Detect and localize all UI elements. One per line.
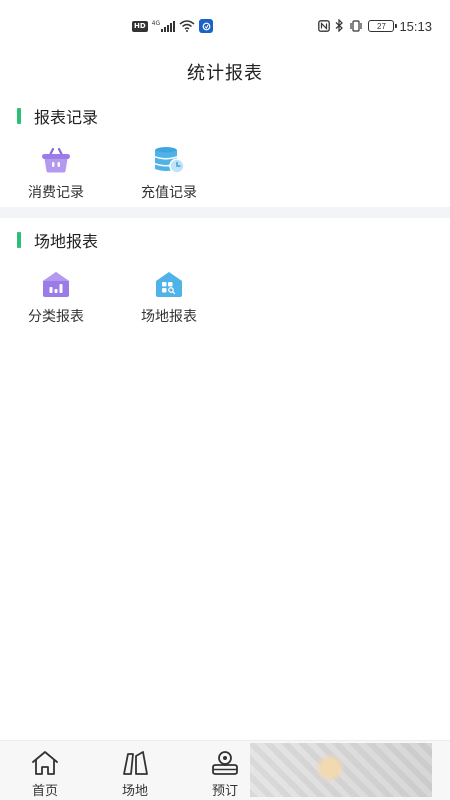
recharge-records-item[interactable]: 充值记录 xyxy=(124,144,214,204)
hd-badge: HD xyxy=(132,20,148,32)
wifi-icon xyxy=(179,17,195,36)
basket-icon xyxy=(40,144,72,176)
vpn-icon xyxy=(199,19,214,33)
battery-level: 27 xyxy=(377,21,386,31)
grid-label: 场地报表 xyxy=(141,309,197,325)
status-time: 15:13 xyxy=(399,18,432,34)
tab-home[interactable]: 首页 xyxy=(10,749,80,799)
grid-label: 分类报表 xyxy=(28,309,84,325)
section-header: 场地报表 xyxy=(17,231,99,251)
report-records-grid: 消费记录 充值记录 xyxy=(0,144,450,204)
battery-icon: 27 xyxy=(368,20,398,32)
section-accent-bar xyxy=(17,232,21,248)
venue-reports-section: 场地报表 分类报表 场地报表 xyxy=(0,224,450,334)
network-type: 4G xyxy=(151,20,161,27)
tab-venue[interactable]: 场地 xyxy=(100,749,170,799)
bottom-tab-bar: 首页 场地 预订 xyxy=(0,740,450,800)
report-records-section: 报表记录 消费记录 充值记录 xyxy=(0,100,450,207)
coin-stack-clock-icon xyxy=(153,144,185,176)
vibrate-icon xyxy=(349,17,363,36)
tab-label: 场地 xyxy=(121,784,148,799)
bluetooth-icon xyxy=(335,17,344,36)
signal-icon: 4G xyxy=(151,20,176,32)
category-chart-icon xyxy=(40,268,72,300)
grid-label: 充值记录 xyxy=(141,185,197,201)
tab-label: 首页 xyxy=(31,784,58,799)
consumption-records-item[interactable]: 消费记录 xyxy=(11,144,101,204)
status-bar: HD 4G 27 15:13 xyxy=(0,0,450,52)
booking-icon xyxy=(210,749,240,777)
venue-icon xyxy=(120,749,150,777)
tab-label: 预订 xyxy=(211,784,238,799)
status-right-icons: 27 15:13 xyxy=(318,18,432,34)
status-left-icons: HD 4G xyxy=(132,17,214,36)
section-accent-bar xyxy=(17,108,21,124)
page-header: 统计报表 xyxy=(0,52,450,92)
section-title: 场地报表 xyxy=(34,232,99,251)
venue-house-icon xyxy=(153,268,185,300)
section-title: 报表记录 xyxy=(34,108,99,127)
obscured-tab-area xyxy=(250,743,432,797)
section-header: 报表记录 xyxy=(17,107,99,127)
section-divider xyxy=(0,207,450,218)
nfc-icon xyxy=(318,17,331,36)
venue-report-item[interactable]: 场地报表 xyxy=(124,268,214,328)
home-icon xyxy=(30,749,60,777)
venue-reports-grid: 分类报表 场地报表 xyxy=(0,268,450,328)
grid-label: 消费记录 xyxy=(28,185,84,201)
category-report-item[interactable]: 分类报表 xyxy=(11,268,101,328)
page-title: 统计报表 xyxy=(187,63,263,84)
